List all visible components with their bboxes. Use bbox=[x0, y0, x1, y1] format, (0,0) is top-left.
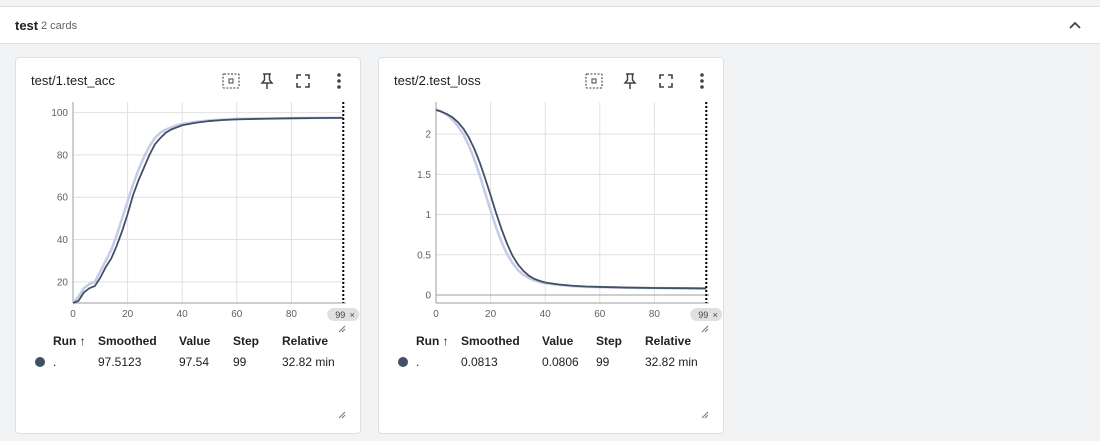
col-step: Step bbox=[596, 334, 623, 348]
cell-run: . bbox=[416, 355, 420, 369]
resize-handle-icon[interactable] bbox=[701, 411, 709, 419]
y-tick-label: 60 bbox=[57, 193, 69, 204]
cell-run: . bbox=[53, 355, 57, 369]
card-group-header[interactable]: test 2 cards bbox=[0, 6, 1100, 44]
x-tick-label: 80 bbox=[649, 309, 661, 320]
pin-icon[interactable] bbox=[620, 71, 640, 91]
x-tick-label: 20 bbox=[485, 309, 497, 320]
line-chart[interactable]: 0 20 40 60 80 0 0.5 1 1.5 2 99 × bbox=[379, 98, 723, 333]
run-color-dot bbox=[398, 357, 408, 367]
series-line-smoothed bbox=[435, 109, 707, 290]
y-tick-label: 0.5 bbox=[417, 250, 431, 261]
x-tick-label: 20 bbox=[122, 309, 134, 320]
col-step: Step bbox=[233, 334, 260, 348]
y-tick-label: 1.5 bbox=[417, 170, 431, 181]
y-tick-label: 40 bbox=[57, 235, 69, 246]
step-chip-label: 99 bbox=[698, 310, 708, 320]
y-tick-label: 20 bbox=[57, 277, 69, 288]
y-tick-label: 1 bbox=[425, 210, 431, 221]
group-title: test bbox=[15, 18, 39, 33]
more-vert-icon[interactable] bbox=[692, 71, 712, 91]
close-icon: × bbox=[350, 310, 355, 320]
cell-smoothed: 97.5123 bbox=[98, 355, 142, 369]
series-line-raw bbox=[435, 108, 707, 290]
cell-relative: 32.82 min bbox=[645, 355, 698, 369]
x-tick-label: 40 bbox=[177, 309, 189, 320]
resize-handle-icon[interactable] bbox=[338, 325, 346, 333]
x-tick-label: 60 bbox=[594, 309, 606, 320]
fullscreen-icon[interactable] bbox=[656, 71, 676, 91]
x-tick-label: 0 bbox=[70, 309, 76, 320]
x-tick-label: 0 bbox=[433, 309, 439, 320]
col-value: Value bbox=[542, 334, 574, 348]
y-tick-label: 80 bbox=[57, 150, 69, 161]
col-relative: Relative bbox=[282, 334, 329, 348]
series-line-smoothed bbox=[72, 116, 344, 304]
x-tick-label: 60 bbox=[231, 309, 243, 320]
cell-step: 99 bbox=[596, 355, 610, 369]
line-chart[interactable]: 0 20 40 60 80 20 40 60 80 100 99 × bbox=[16, 98, 360, 333]
cell-value: 0.0806 bbox=[542, 355, 579, 369]
chevron-up-icon[interactable] bbox=[1067, 17, 1083, 33]
group-card-count: 2 cards bbox=[41, 20, 78, 32]
fullscreen-icon[interactable] bbox=[293, 71, 313, 91]
x-tick-label: 40 bbox=[540, 309, 552, 320]
step-chip-label: 99 bbox=[335, 310, 345, 320]
fit-domain-icon[interactable] bbox=[221, 71, 241, 91]
x-tick-label: 80 bbox=[286, 309, 298, 320]
fit-domain-icon[interactable] bbox=[584, 71, 604, 91]
col-smoothed: Smoothed bbox=[461, 334, 520, 348]
series-line-raw bbox=[72, 116, 344, 304]
cell-value: 97.54 bbox=[179, 355, 210, 369]
col-smoothed: Smoothed bbox=[98, 334, 157, 348]
y-tick-label: 0 bbox=[425, 290, 431, 301]
resize-handle-icon[interactable] bbox=[338, 411, 346, 419]
card-title: test/2.test_loss bbox=[394, 73, 481, 88]
more-vert-icon[interactable] bbox=[329, 71, 349, 91]
col-run[interactable]: Run ↑ bbox=[53, 334, 86, 348]
step-chip[interactable]: 99 × bbox=[327, 308, 360, 321]
cell-smoothed: 0.0813 bbox=[461, 355, 498, 369]
close-icon: × bbox=[713, 310, 718, 320]
cell-step: 99 bbox=[233, 355, 247, 369]
col-value: Value bbox=[179, 334, 211, 348]
pin-icon[interactable] bbox=[257, 71, 277, 91]
scalar-card-test-loss: test/2.test_loss 0 20 40 60 80 0 0.5 1 1.5 2 99 × R… bbox=[378, 57, 724, 434]
resize-handle-icon[interactable] bbox=[701, 325, 709, 333]
run-color-dot bbox=[35, 357, 45, 367]
cell-relative: 32.82 min bbox=[282, 355, 335, 369]
scalar-card-test-acc: test/1.test_acc 0 20 40 60 80 20 40 60 80 100 99 × … bbox=[15, 57, 361, 434]
step-chip[interactable]: 99 × bbox=[690, 308, 723, 321]
y-tick-label: 100 bbox=[51, 108, 68, 119]
col-run[interactable]: Run ↑ bbox=[416, 334, 449, 348]
y-tick-label: 2 bbox=[425, 130, 431, 141]
card-title: test/1.test_acc bbox=[31, 73, 115, 88]
col-relative: Relative bbox=[645, 334, 692, 348]
